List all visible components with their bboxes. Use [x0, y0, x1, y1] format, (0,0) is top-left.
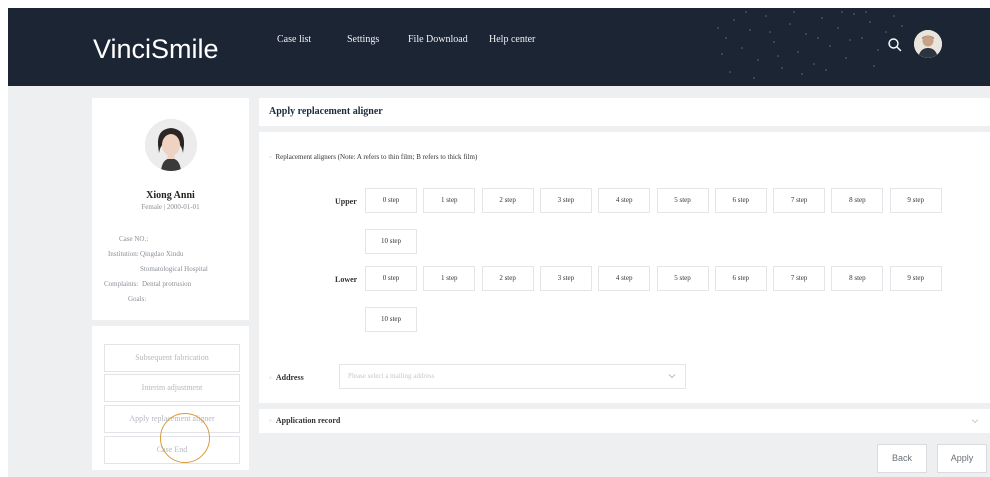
patient-profile-card: Xiong Anni Female | 2000-01-01 Case NO.:…: [92, 98, 249, 320]
goals-label: Goals:: [128, 295, 147, 303]
institution-label: Institution:: [108, 250, 139, 258]
replacement-aligners-note: ◦ Replacement aligners (Note: A refers to…: [269, 153, 477, 161]
screenshot-canvas: VinciSmile Case list Settings File Downl…: [0, 0, 990, 477]
upper-step-button[interactable]: 4 step: [598, 188, 651, 213]
nav-help-center[interactable]: Help center: [489, 34, 535, 54]
subsequent-fabrication-button[interactable]: Subsequent fabrication: [104, 344, 240, 372]
lower-step-button[interactable]: 4 step: [598, 266, 651, 291]
mailing-address-select[interactable]: Please select a mailing address: [339, 364, 686, 389]
case-number-label: Case NO.:: [119, 235, 149, 243]
section-bullet-icon: ◦: [269, 373, 272, 382]
nav-file-download[interactable]: File Download: [408, 34, 468, 54]
lower-step-button[interactable]: 5 step: [656, 266, 709, 291]
patient-name: Xiong Anni: [146, 190, 195, 201]
lower-step-button[interactable]: 1 step: [423, 266, 476, 291]
nav-settings[interactable]: Settings: [347, 34, 379, 54]
complaints-label: Complaints:: [104, 280, 139, 288]
search-icon[interactable]: [886, 36, 904, 54]
address-placeholder: Please select a mailing address: [348, 372, 435, 380]
top-navigation-bar: VinciSmile Case list Settings File Downl…: [8, 8, 990, 86]
upper-step-button[interactable]: 7 step: [773, 188, 826, 213]
page-title: Apply replacement aligner: [269, 106, 383, 117]
patient-photo: [145, 119, 197, 171]
lower-row-label: Lower: [335, 275, 358, 284]
section-bullet-icon: ◦: [269, 153, 272, 161]
upper-step-button[interactable]: 6 step: [714, 188, 767, 213]
upper-step-button[interactable]: 3 step: [539, 188, 592, 213]
upper-step-button[interactable]: 9 step: [889, 188, 942, 213]
decorative-dot-pattern: [717, 11, 903, 79]
upper-step-button[interactable]: 5 step: [656, 188, 709, 213]
lower-step-button[interactable]: 3 step: [539, 266, 592, 291]
application-record-text: Application record: [275, 416, 341, 425]
application-record-label: ◦ Application record: [269, 416, 340, 425]
lower-step-button[interactable]: 2 step: [481, 266, 534, 291]
logo-wordmark: VinciSmile: [93, 34, 219, 64]
app-window: VinciSmile Case list Settings File Downl…: [8, 8, 990, 477]
upper-row-label: Upper: [335, 197, 357, 206]
lower-step-button[interactable]: 8 step: [831, 266, 884, 291]
apply-replacement-aligner-button[interactable]: Apply replacement aligner: [104, 405, 240, 433]
complaints-value: Dental protrusion: [142, 280, 192, 288]
user-avatar[interactable]: [914, 30, 942, 58]
upper-step-button[interactable]: 0 step: [365, 188, 417, 213]
lower-step-button[interactable]: 6 step: [714, 266, 767, 291]
nav-case-list[interactable]: Case list: [277, 34, 311, 54]
case-end-button[interactable]: Case End: [104, 436, 240, 464]
application-record-collapse[interactable]: ◦ Application record: [259, 409, 990, 433]
page-header-card: Apply replacement aligner: [259, 98, 990, 126]
logo-text: VinciSmile: [93, 34, 219, 64]
patient-gender-birthdate: Female | 2000-01-01: [141, 203, 200, 211]
upper-step-button[interactable]: 1 step: [423, 188, 476, 213]
upper-step-button[interactable]: 2 step: [481, 188, 534, 213]
upper-step-button[interactable]: 8 step: [831, 188, 884, 213]
back-button[interactable]: Back: [877, 444, 927, 473]
address-label-text: Address: [275, 373, 304, 382]
institution-name-line1: Qingdao Xindu: [140, 250, 184, 258]
lower-step-button[interactable]: 7 step: [773, 266, 826, 291]
lower-step-button[interactable]: 10 step: [365, 307, 417, 332]
interim-adjustment-button[interactable]: Interim adjustment: [104, 374, 240, 402]
section-bullet-icon: ◦: [269, 416, 272, 425]
apply-button[interactable]: Apply: [937, 444, 987, 473]
address-label: ◦ Address: [269, 373, 304, 382]
vincismile-logo[interactable]: VinciSmile: [93, 30, 233, 66]
chevron-down-icon: [668, 374, 676, 379]
upper-step-button[interactable]: 10 step: [365, 229, 417, 254]
lower-step-button[interactable]: 9 step: [889, 266, 942, 291]
replacement-form-card: ◦ Replacement aligners (Note: A refers to…: [259, 132, 990, 403]
replacement-aligners-note-text: Replacement aligners (Note: A refers to …: [275, 153, 478, 161]
institution-name-line2: Stomatological Hospital: [140, 265, 208, 273]
case-actions-card: Subsequent fabrication Interim adjustmen…: [92, 326, 249, 470]
lower-step-button[interactable]: 0 step: [365, 266, 417, 291]
chevron-down-icon: [971, 419, 979, 424]
